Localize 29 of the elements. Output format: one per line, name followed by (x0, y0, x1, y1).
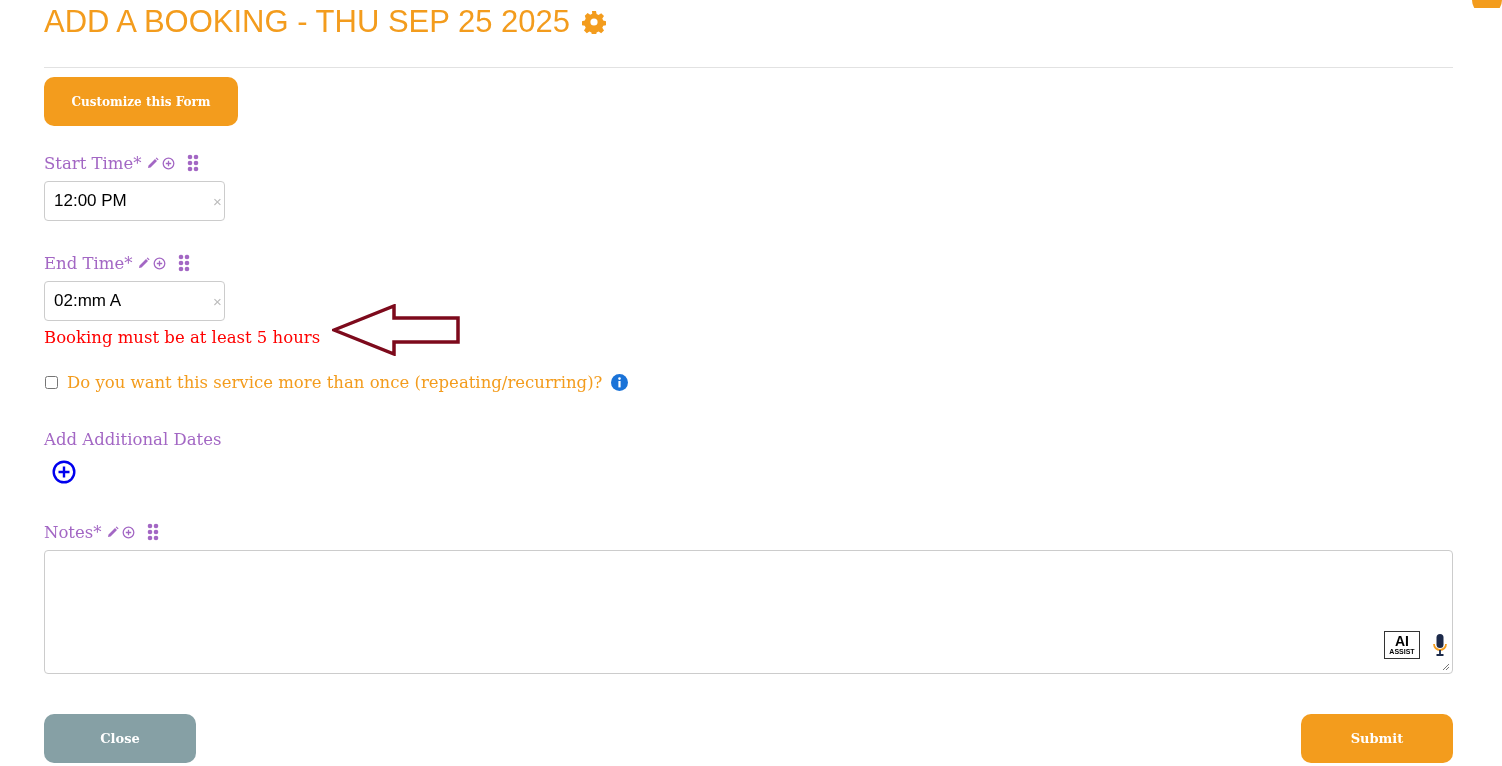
pencil-icon[interactable] (107, 526, 120, 538)
clear-button[interactable]: × (213, 292, 222, 310)
plus-circle-icon[interactable] (153, 256, 167, 270)
checkbox-label: Do you want this service more than once (repeating/recurring)? (67, 373, 603, 392)
resize-handle-icon[interactable] (1442, 663, 1450, 671)
pencil-icon[interactable] (138, 257, 151, 269)
drag-handle-icon[interactable] (178, 254, 191, 272)
close-button[interactable]: Close (44, 714, 196, 763)
time-field[interactable]: 02:mm A × (44, 281, 225, 321)
customize-button[interactable]: Customize this Form (44, 77, 238, 126)
settings-icon[interactable] (582, 10, 607, 34)
add-circle-icon[interactable] (52, 460, 76, 484)
pencil-icon[interactable] (147, 157, 160, 169)
page-title: ADD A BOOKING - THU SEP 25 2025 (44, 4, 571, 40)
field-label: Start Time* (44, 153, 142, 173)
field-label: Notes* (44, 522, 102, 542)
field-label: End Time* (44, 253, 133, 273)
drag-handle-icon[interactable] (187, 154, 200, 172)
plus-circle-icon[interactable] (122, 525, 136, 539)
clear-button[interactable]: × (213, 192, 222, 210)
plus-circle-icon[interactable] (162, 156, 176, 170)
drag-handle-icon[interactable] (147, 523, 160, 541)
error-message: Booking must be at least 5 hours (44, 327, 321, 347)
time-field[interactable]: 12:00 PM × (44, 181, 225, 221)
info-icon[interactable] (611, 374, 629, 391)
microphone-icon[interactable] (1432, 633, 1448, 657)
section-label: Add Additional Dates (44, 430, 223, 449)
submit-button[interactable]: Submit (1301, 714, 1453, 763)
checkbox[interactable] (45, 376, 58, 389)
